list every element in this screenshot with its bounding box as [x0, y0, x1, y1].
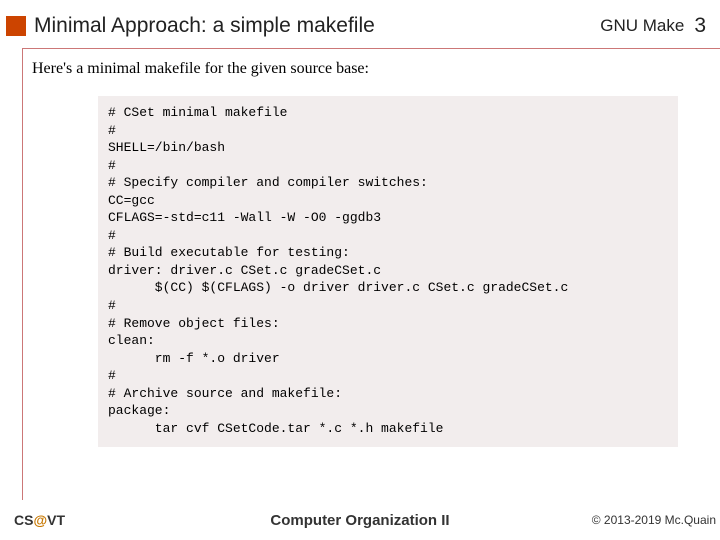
- footer-left: CS@VT: [14, 512, 65, 528]
- accent-square-icon: [6, 16, 26, 36]
- footer-at: @: [33, 512, 47, 528]
- slide-footer: CS@VT Computer Organization II © 2013-20…: [0, 506, 720, 534]
- slide-topic: GNU Make: [600, 16, 684, 36]
- code-block: # CSet minimal makefile # SHELL=/bin/bas…: [98, 96, 678, 447]
- slide-number: 3: [694, 14, 706, 38]
- footer-left-pre: CS: [14, 512, 33, 528]
- intro-text: Here's a minimal makefile for the given …: [32, 60, 369, 78]
- footer-right: © 2013-2019 Mc.Quain: [592, 513, 716, 527]
- slide-title: Minimal Approach: a simple makefile: [34, 14, 600, 38]
- footer-left-post: VT: [47, 512, 65, 528]
- slide-header: Minimal Approach: a simple makefile GNU …: [0, 8, 720, 44]
